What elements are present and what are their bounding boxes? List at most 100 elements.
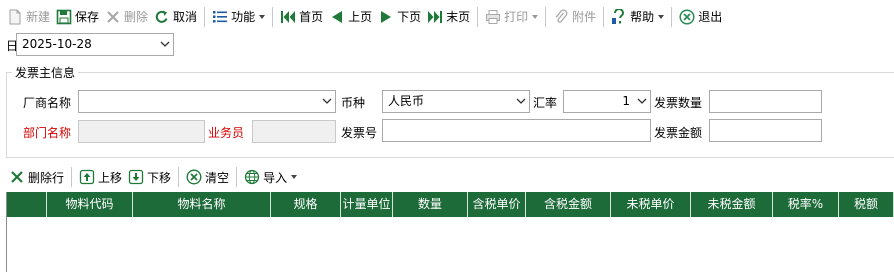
attachment-label: 附件 [572, 10, 597, 24]
last-page-button[interactable]: 末页 [424, 6, 473, 28]
exit-circle-x-icon [679, 8, 695, 25]
salesman-input[interactable] [252, 120, 336, 143]
invoice-qty-label: 发票数量 [654, 96, 703, 110]
new-document-icon [7, 9, 23, 25]
invoice-qty-input[interactable] [709, 90, 822, 113]
grid-header-row: 物料代码 物料名称 规格 计量单位 数量 含税单价 含税金额 未税单价 未税金额… [7, 192, 894, 217]
move-up-button[interactable]: 上移 [76, 166, 125, 188]
save-button[interactable]: 保存 [53, 6, 102, 28]
exit-label: 退出 [698, 10, 723, 24]
rate-value: 1 [622, 94, 630, 108]
prev-page-label: 上页 [348, 10, 373, 24]
delete-x-icon [105, 9, 121, 25]
vendor-combo[interactable] [78, 90, 336, 113]
last-page-label: 末页 [446, 10, 471, 24]
invoice-main-title: 发票主信息 [12, 64, 79, 81]
dept-input[interactable] [78, 120, 205, 143]
grid-header-tax-rate[interactable]: 税率% [773, 192, 839, 217]
grid-header-tax-incl-amount[interactable]: 含税金额 [526, 192, 611, 217]
grid-header-unit[interactable]: 计量单位 [341, 192, 393, 217]
help-icon [611, 8, 627, 25]
invoice-main-group [6, 72, 894, 158]
invoice-no-label: 发票号 [341, 126, 378, 140]
grid-header-spec[interactable]: 规格 [271, 192, 341, 217]
grid-toolbar: 删除行 上移 下移 清空 导入 [0, 164, 894, 190]
first-page-icon [280, 9, 296, 25]
grid-header-quantity[interactable]: 数量 [393, 192, 468, 217]
chevron-down-icon[interactable] [322, 98, 332, 105]
first-page-button[interactable]: 首页 [277, 6, 326, 28]
grid-header-material-name[interactable]: 物料名称 [133, 192, 271, 217]
toolbar-divider [236, 167, 238, 187]
move-up-label: 上移 [98, 170, 123, 185]
grid-header-tax-incl-price[interactable]: 含税单价 [468, 192, 526, 217]
prev-page-button[interactable]: 上页 [326, 6, 375, 28]
toolbar-divider [71, 167, 73, 187]
undo-icon [154, 9, 170, 25]
attachment-button[interactable]: 附件 [550, 6, 599, 28]
grid-body[interactable] [7, 217, 894, 272]
help-menu-button[interactable]: 帮助 [608, 6, 667, 28]
date-picker[interactable]: 2025-10-28 [16, 33, 174, 56]
grid-header-pretax-amount[interactable]: 未税金额 [691, 192, 773, 217]
function-menu-button[interactable]: 功能 [209, 6, 268, 28]
chevron-down-icon [658, 14, 665, 19]
move-down-button[interactable]: 下移 [125, 166, 174, 188]
last-page-icon [427, 9, 443, 25]
move-down-label: 下移 [147, 170, 172, 185]
date-row: 日期 2025-10-28 [0, 33, 894, 59]
chevron-down-icon[interactable] [160, 41, 170, 48]
chevron-down-icon [291, 175, 298, 179]
grid-header-material-code[interactable]: 物料代码 [47, 192, 133, 217]
help-label: 帮助 [630, 10, 655, 24]
dept-label: 部门名称 [23, 126, 72, 140]
toolbar-divider [272, 6, 274, 27]
print-label: 打印 [504, 10, 529, 24]
move-down-icon [128, 169, 144, 185]
toolbar-divider [603, 6, 605, 27]
rate-label: 汇率 [533, 96, 558, 110]
grid-header-tax-amount[interactable]: 税额 [839, 192, 894, 217]
grid-header-rownum[interactable] [7, 192, 47, 217]
date-value: 2025-10-28 [22, 37, 92, 51]
delete-button[interactable]: 删除 [102, 6, 151, 28]
grid-header-pretax-price[interactable]: 未税单价 [611, 192, 691, 217]
currency-combo[interactable]: 人民币 [382, 90, 530, 113]
save-label: 保存 [75, 10, 100, 24]
chevron-down-icon[interactable] [516, 98, 526, 105]
list-icon [212, 9, 228, 25]
import-menu-button[interactable]: 导入 [241, 166, 300, 188]
detail-grid[interactable]: 物料代码 物料名称 规格 计量单位 数量 含税单价 含税金额 未税单价 未税金额… [6, 192, 894, 272]
delete-row-label: 删除行 [28, 170, 65, 185]
delete-label: 删除 [124, 10, 149, 24]
delete-row-button[interactable]: 删除行 [6, 166, 67, 188]
currency-value: 人民币 [388, 94, 425, 108]
next-arrow-icon [378, 9, 394, 25]
function-label: 功能 [231, 10, 256, 24]
clear-button[interactable]: 清空 [183, 166, 232, 188]
chevron-down-icon [259, 14, 266, 19]
first-page-label: 首页 [299, 10, 324, 24]
toolbar-divider [477, 6, 479, 27]
next-page-label: 下页 [397, 10, 422, 24]
currency-label: 币种 [341, 96, 366, 110]
cancel-button[interactable]: 取消 [151, 6, 200, 28]
toolbar-divider [671, 6, 673, 27]
import-label: 导入 [263, 170, 288, 185]
salesman-label: 业务员 [208, 126, 245, 140]
toolbar-divider [178, 167, 180, 187]
paperclip-icon [553, 8, 569, 25]
next-page-button[interactable]: 下页 [375, 6, 424, 28]
exit-button[interactable]: 退出 [676, 6, 725, 28]
rate-combo[interactable]: 1 [563, 90, 651, 113]
invoice-no-input[interactable] [382, 119, 651, 142]
new-button[interactable]: 新建 [4, 6, 53, 28]
move-up-icon [79, 169, 95, 185]
globe-icon [244, 169, 260, 185]
cancel-label: 取消 [173, 10, 198, 24]
print-button[interactable]: 打印 [482, 6, 541, 28]
invoice-amount-input[interactable] [709, 119, 822, 142]
chevron-down-icon[interactable] [637, 98, 647, 105]
save-icon [56, 9, 72, 25]
toolbar-divider [545, 6, 547, 27]
